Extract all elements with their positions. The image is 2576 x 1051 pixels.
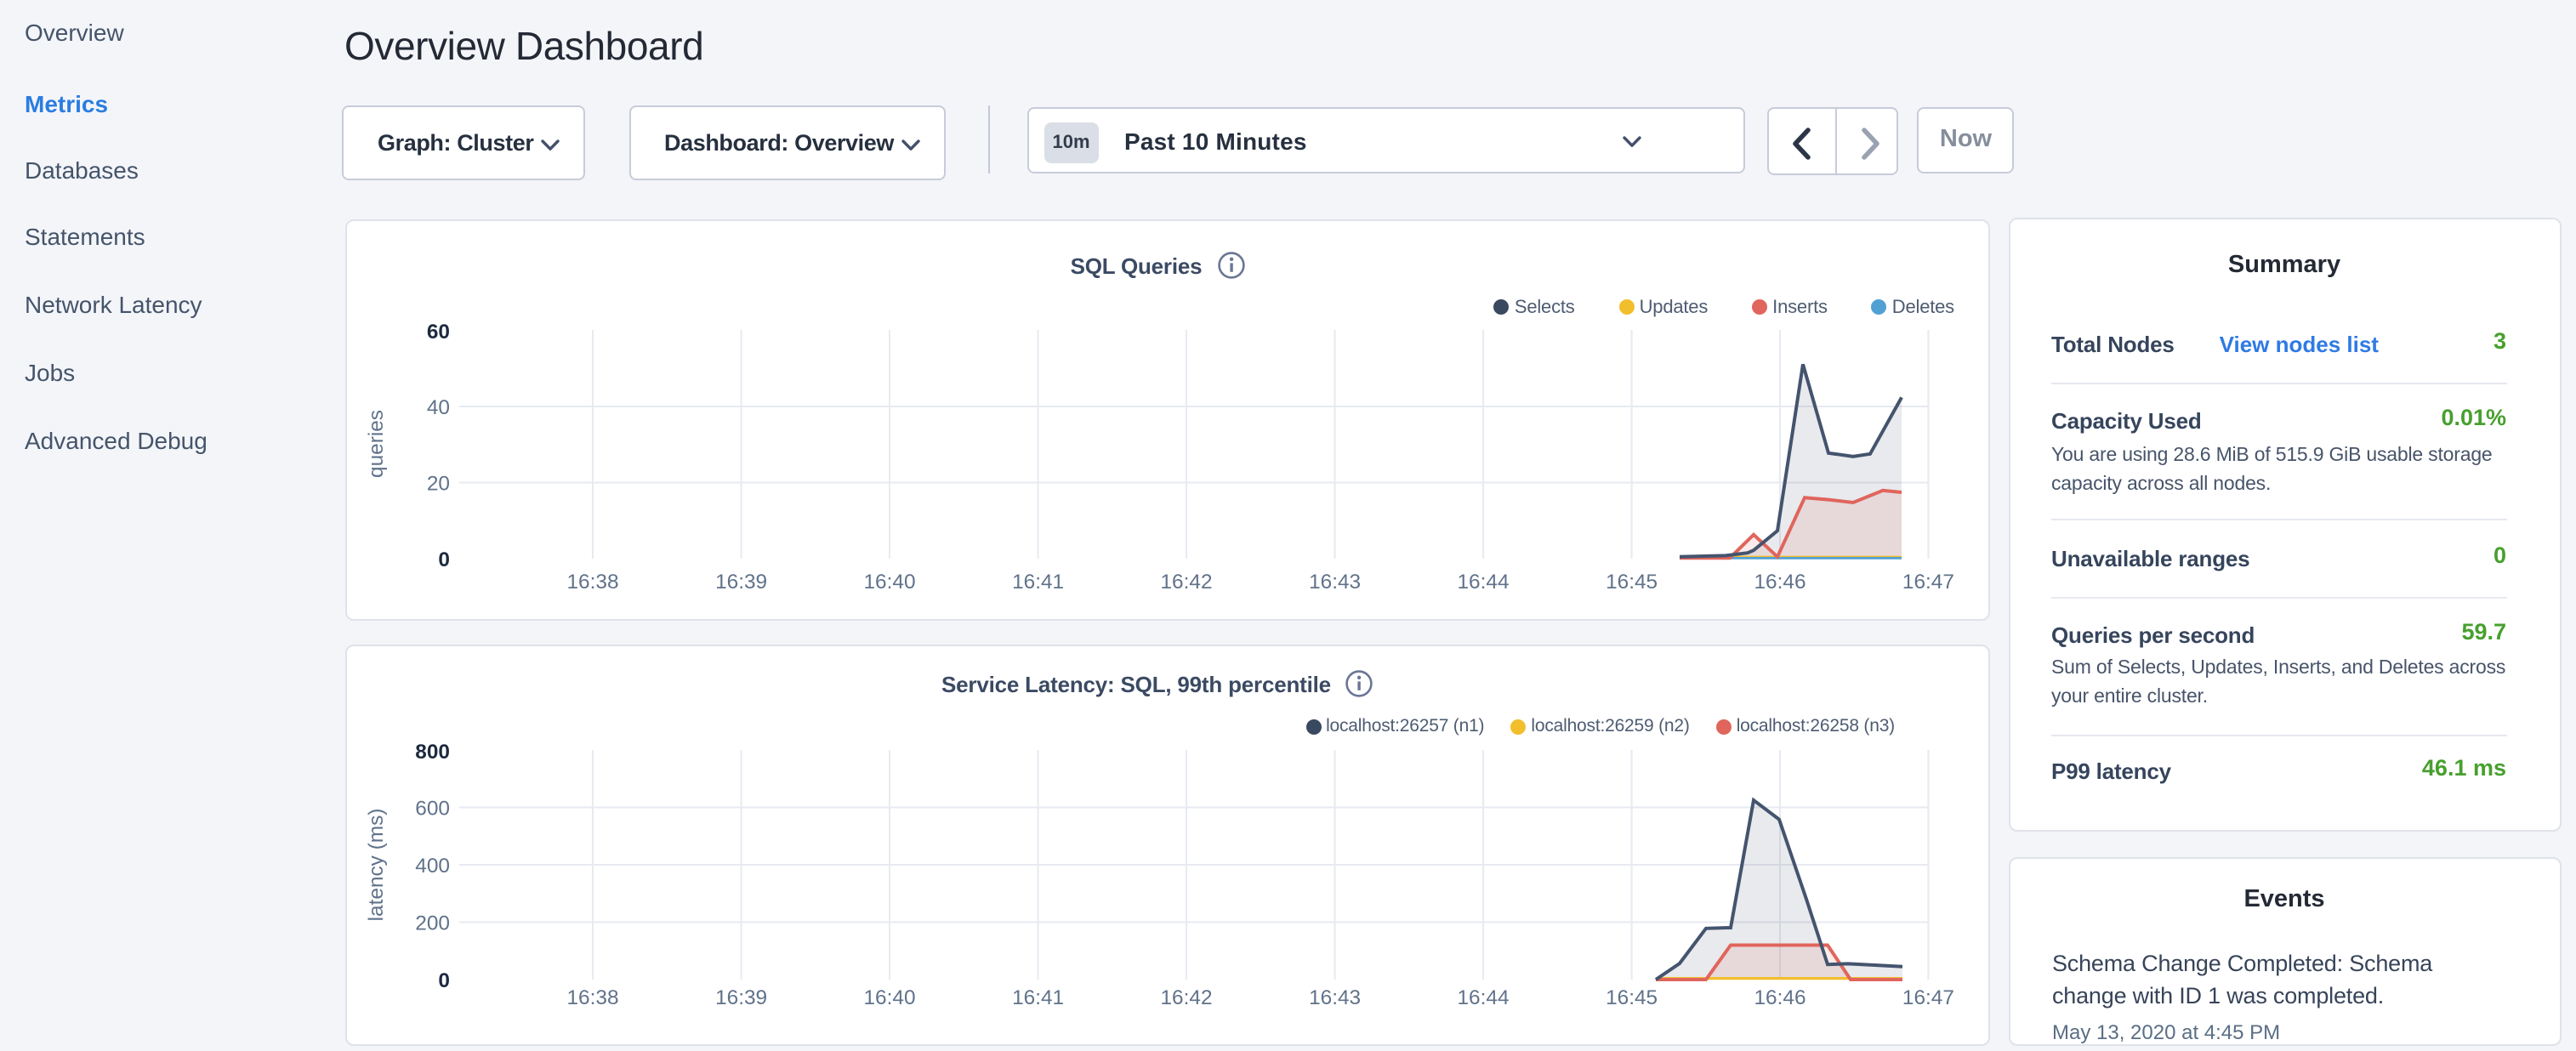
svg-text:20: 20: [427, 473, 450, 496]
svg-text:16:41: 16:41: [1012, 986, 1064, 1009]
svg-text:0: 0: [438, 549, 450, 572]
svg-text:queries: queries: [365, 411, 388, 479]
svg-text:16:44: 16:44: [1457, 571, 1509, 594]
svg-text:16:38: 16:38: [566, 986, 618, 1009]
svg-text:200: 200: [415, 912, 450, 935]
svg-text:16:46: 16:46: [1754, 571, 1805, 594]
svg-text:16:44: 16:44: [1457, 986, 1509, 1009]
svg-text:16:47: 16:47: [1902, 571, 1954, 594]
svg-text:16:43: 16:43: [1309, 571, 1361, 594]
svg-text:800: 800: [415, 741, 450, 764]
svg-text:60: 60: [427, 321, 450, 344]
svg-text:16:39: 16:39: [715, 571, 767, 594]
svg-text:40: 40: [427, 397, 450, 420]
svg-text:16:42: 16:42: [1160, 571, 1212, 594]
svg-text:400: 400: [415, 855, 450, 878]
svg-text:16:42: 16:42: [1160, 986, 1212, 1009]
svg-text:latency (ms): latency (ms): [365, 808, 388, 921]
svg-text:16:40: 16:40: [863, 986, 915, 1009]
svg-text:16:41: 16:41: [1012, 571, 1064, 594]
svg-text:16:38: 16:38: [566, 571, 618, 594]
svg-text:16:47: 16:47: [1902, 986, 1954, 1009]
svg-text:16:45: 16:45: [1606, 986, 1658, 1009]
svg-text:16:43: 16:43: [1309, 986, 1361, 1009]
svg-text:16:46: 16:46: [1754, 986, 1805, 1009]
svg-text:16:45: 16:45: [1606, 571, 1658, 594]
svg-text:600: 600: [415, 797, 450, 820]
svg-text:0: 0: [438, 969, 450, 992]
svg-text:16:40: 16:40: [863, 571, 915, 594]
svg-text:16:39: 16:39: [715, 986, 767, 1009]
